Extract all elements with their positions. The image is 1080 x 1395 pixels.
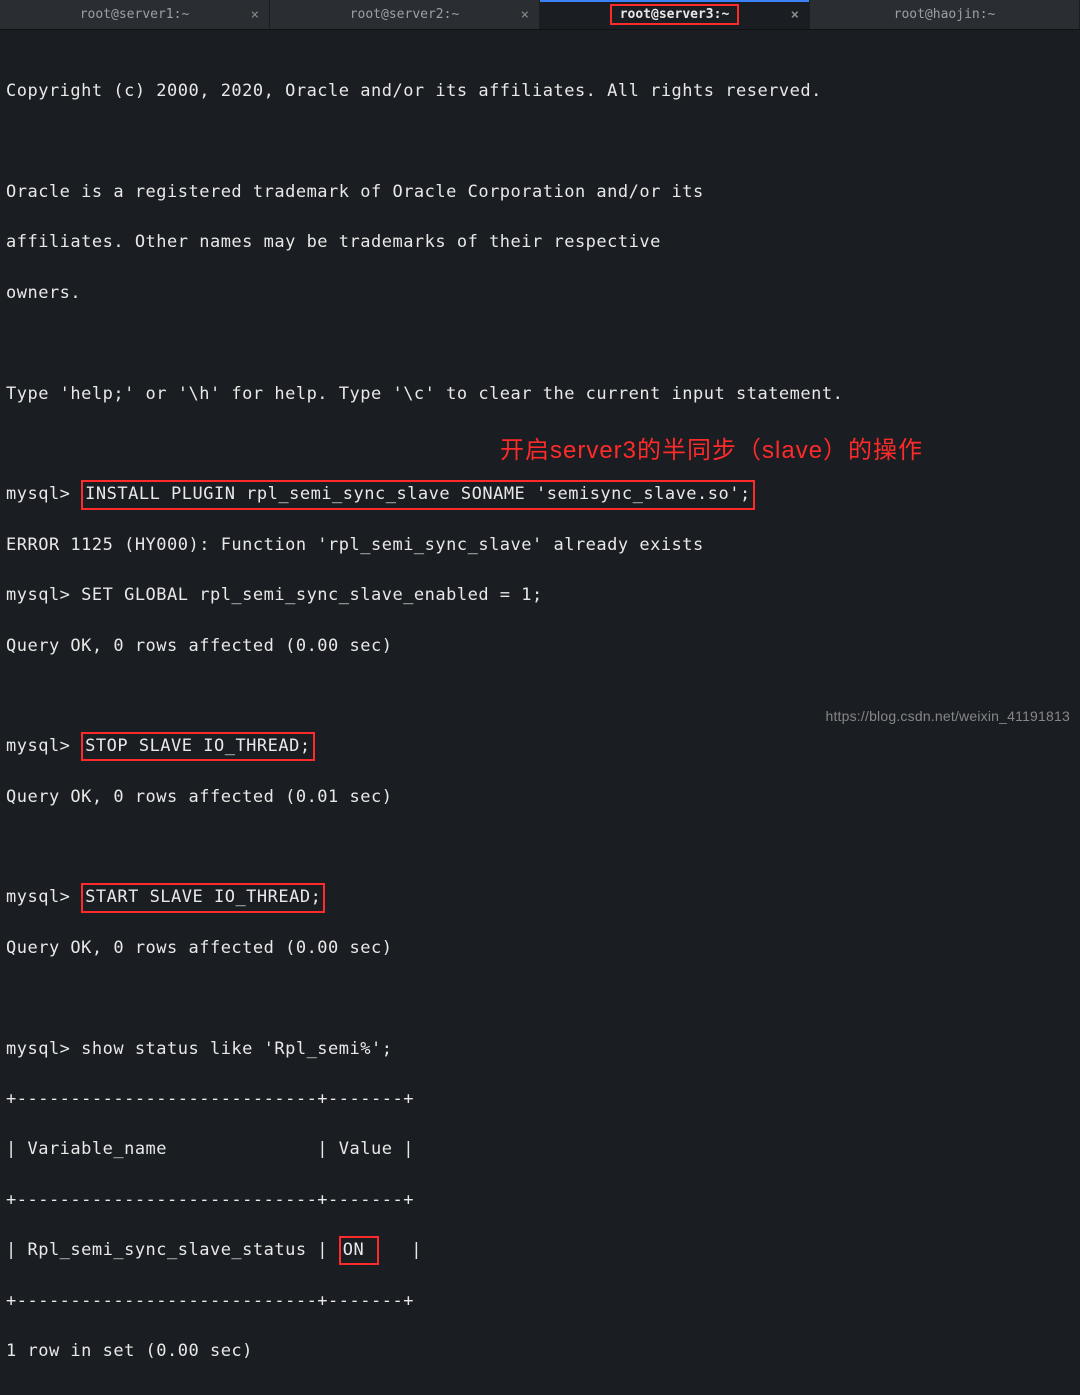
tab-title: root@server3:~ <box>610 4 740 25</box>
close-icon[interactable]: × <box>521 8 529 22</box>
tab-title: root@server1:~ <box>72 6 198 23</box>
close-icon[interactable]: × <box>791 8 799 22</box>
annotation-text: 开启server3的半同步（slave）的操作 <box>500 430 923 465</box>
copyright-line: Copyright (c) 2000, 2020, Oracle and/or … <box>6 79 1074 104</box>
mysql-prompt-line: mysql> START SLAVE IO_THREAD; <box>6 885 1074 910</box>
mysql-prompt: mysql> <box>6 736 81 756</box>
help-line: Type 'help;' or '\h' for help. Type '\c'… <box>6 382 1074 407</box>
active-tab-indicator <box>540 0 809 2</box>
table-border: +----------------------------+-------+ <box>6 1289 1074 1314</box>
table-header: | Variable_name | Value | <box>6 1137 1074 1162</box>
tab-title: root@server2:~ <box>342 6 468 23</box>
trademark-line: owners. <box>6 281 1074 306</box>
mysql-prompt: mysql> <box>6 484 81 504</box>
stop-slave-command: STOP SLAVE IO_THREAD; <box>81 732 314 761</box>
tab-server1[interactable]: root@server1:~ × <box>0 0 270 29</box>
error-line: ERROR 1125 (HY000): Function 'rpl_semi_s… <box>6 533 1074 558</box>
query-ok-line: Query OK, 0 rows affected (0.01 sec) <box>6 785 1074 810</box>
tab-server2[interactable]: root@server2:~ × <box>270 0 540 29</box>
mysql-prompt-line: mysql> STOP SLAVE IO_THREAD; <box>6 734 1074 759</box>
watermark: https://blog.csdn.net/weixin_41191813 <box>825 708 1070 724</box>
mysql-prompt-line: mysql> SET GLOBAL rpl_semi_sync_slave_en… <box>6 583 1074 608</box>
query-ok-line: Query OK, 0 rows affected (0.00 sec) <box>6 634 1074 659</box>
tab-bar: root@server1:~ × root@server2:~ × root@s… <box>0 0 1080 30</box>
trademark-line: affiliates. Other names may be trademark… <box>6 230 1074 255</box>
mysql-prompt-line: mysql> show status like 'Rpl_semi%'; <box>6 1037 1074 1062</box>
table-row-suffix: | <box>379 1240 422 1260</box>
tab-server3[interactable]: root@server3:~ × <box>540 0 810 29</box>
install-plugin-command: INSTALL PLUGIN rpl_semi_sync_slave SONAM… <box>81 480 755 509</box>
start-slave-command: START SLAVE IO_THREAD; <box>81 883 325 912</box>
rowcount-line: 1 row in set (0.00 sec) <box>6 1339 1074 1364</box>
status-value-on: ON <box>339 1236 379 1265</box>
tab-title: root@haojin:~ <box>886 6 1004 23</box>
query-ok-line: Query OK, 0 rows affected (0.00 sec) <box>6 936 1074 961</box>
table-row: | Rpl_semi_sync_slave_status | ON | <box>6 1238 1074 1263</box>
tab-haojin[interactable]: root@haojin:~ <box>810 0 1080 29</box>
mysql-prompt: mysql> <box>6 887 81 907</box>
table-border: +----------------------------+-------+ <box>6 1188 1074 1213</box>
table-row-prefix: | Rpl_semi_sync_slave_status | <box>6 1240 339 1260</box>
table-border: +----------------------------+-------+ <box>6 1087 1074 1112</box>
mysql-prompt-line: mysql> INSTALL PLUGIN rpl_semi_sync_slav… <box>6 482 1074 507</box>
close-icon[interactable]: × <box>251 8 259 22</box>
trademark-line: Oracle is a registered trademark of Orac… <box>6 180 1074 205</box>
